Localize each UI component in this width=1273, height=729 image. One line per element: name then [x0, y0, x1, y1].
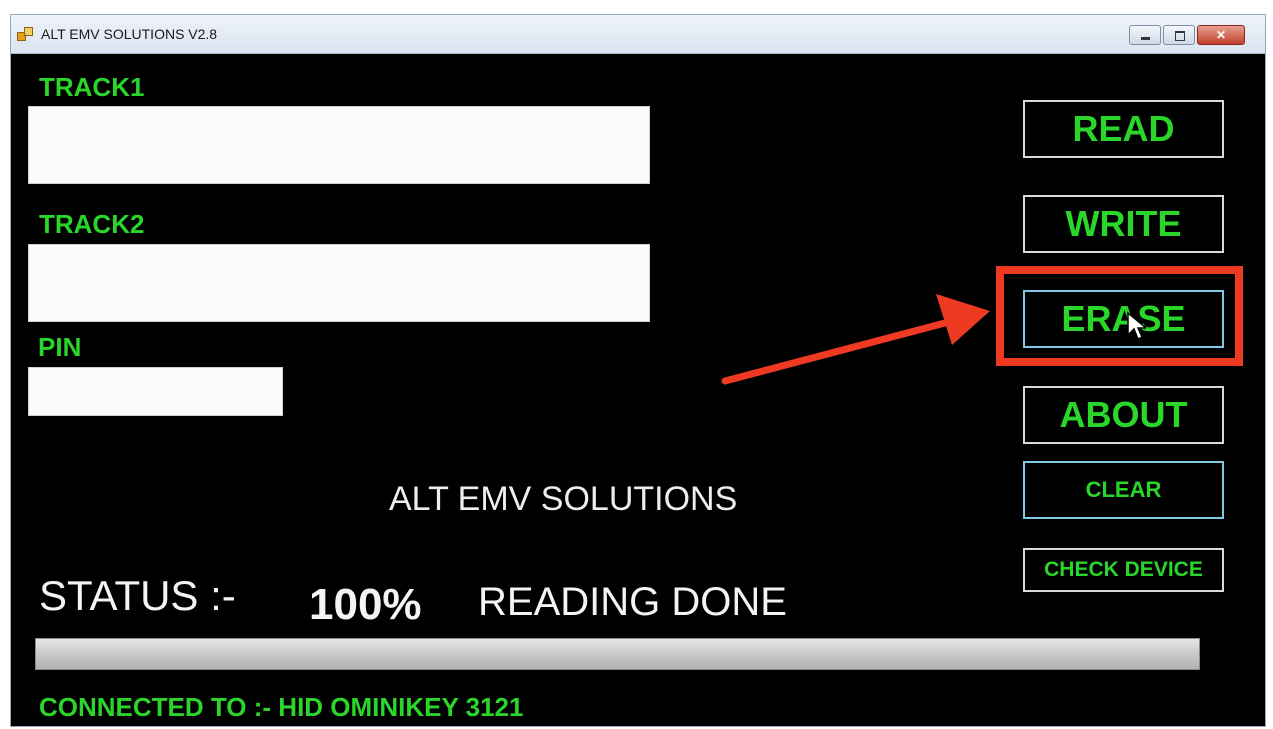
- mouse-pointer-icon: [1127, 311, 1146, 341]
- annotation-arrow-icon: [721, 294, 990, 385]
